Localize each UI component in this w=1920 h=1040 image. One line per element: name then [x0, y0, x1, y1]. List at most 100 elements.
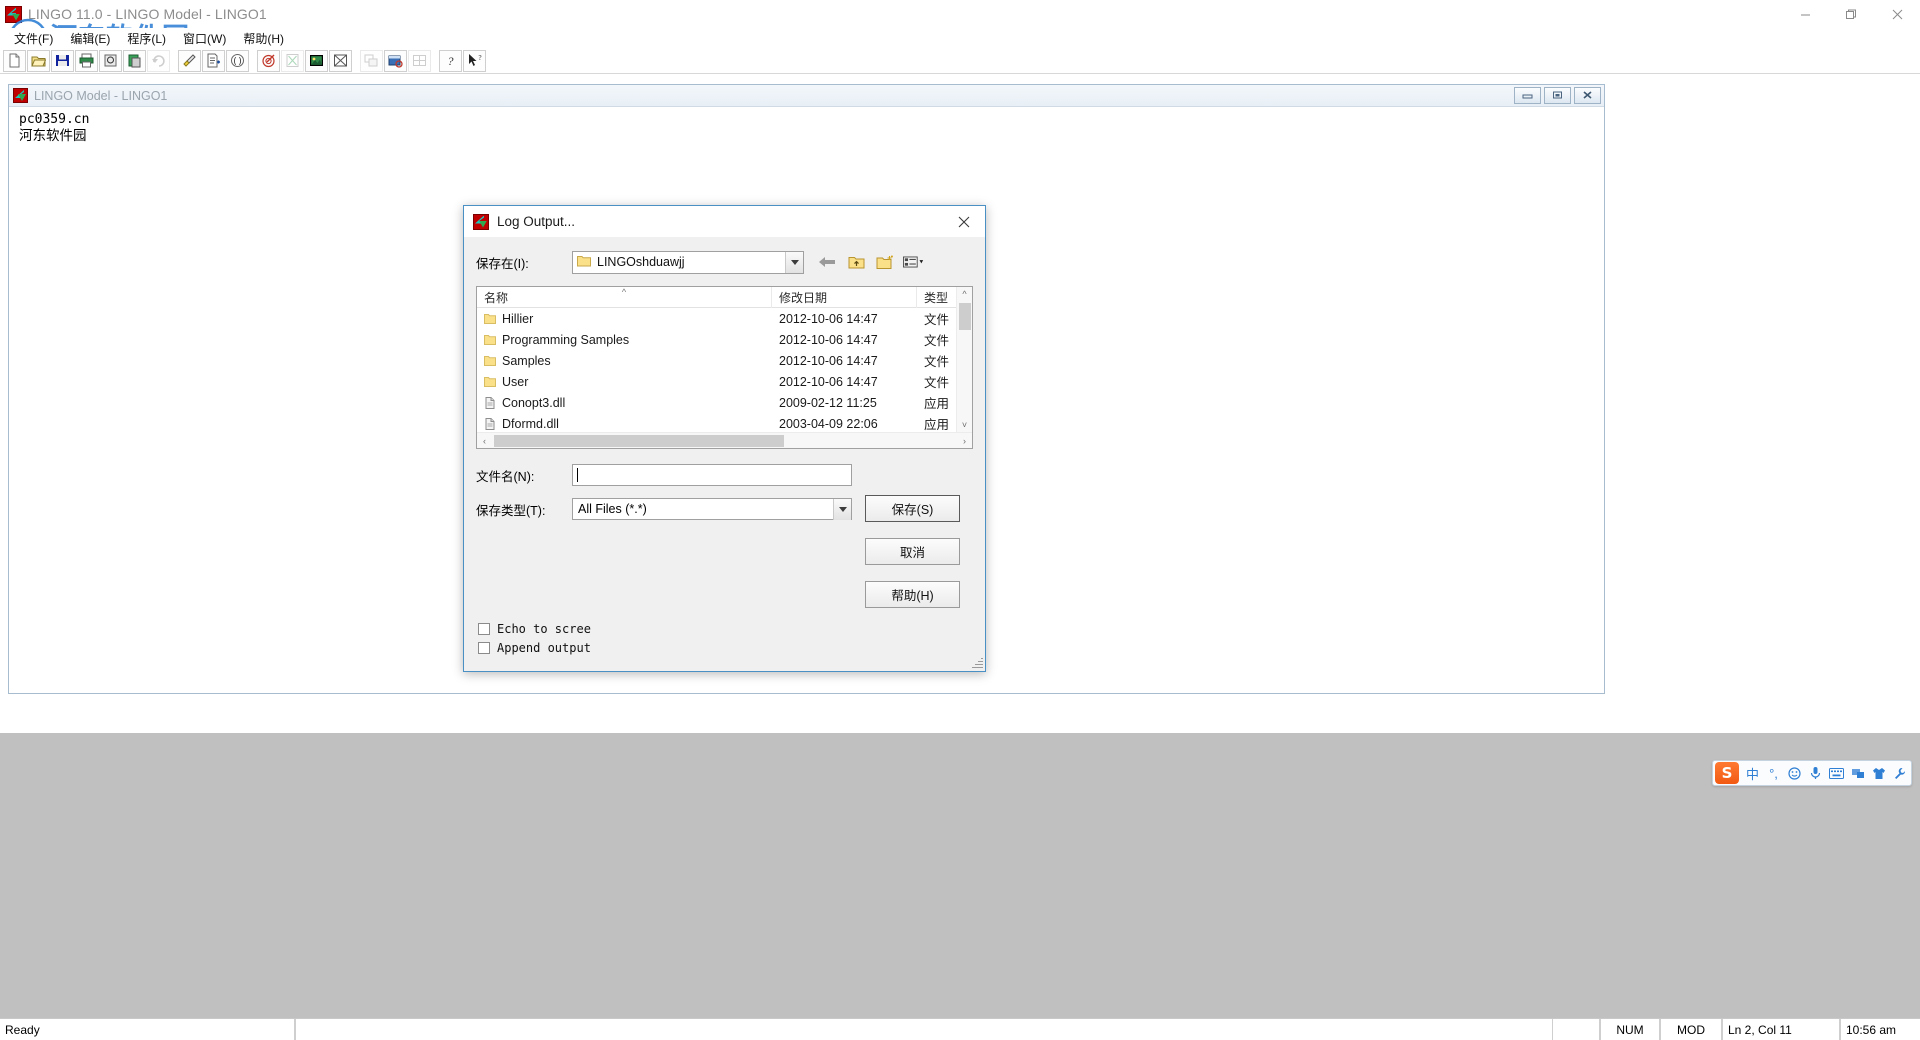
- ime-keyboard-icon[interactable]: [1826, 762, 1847, 784]
- minimize-button[interactable]: [1782, 0, 1828, 28]
- file-type-label: 保存类型(T):: [476, 503, 546, 518]
- menu-file[interactable]: 文件(F): [6, 28, 62, 49]
- model-minimize-button[interactable]: [1514, 87, 1541, 104]
- ime-language-chinese[interactable]: 中: [1742, 762, 1763, 784]
- open-folder-icon[interactable]: [27, 49, 50, 72]
- status-time: 10:56 am: [1840, 1019, 1920, 1040]
- file-type-combobox[interactable]: All Files (*.*): [572, 498, 852, 520]
- menu-lingo[interactable]: 程序(L): [119, 28, 175, 49]
- chevron-down-icon[interactable]: [785, 251, 803, 273]
- column-header-name[interactable]: 名称 ^: [477, 287, 772, 308]
- scroll-right-icon[interactable]: ›: [957, 433, 972, 449]
- horizontal-scroll-track[interactable]: [492, 433, 957, 449]
- views-dropdown-icon[interactable]: [903, 252, 925, 273]
- parentheses-icon[interactable]: (): [226, 49, 249, 72]
- find-binoculars-icon[interactable]: [99, 49, 122, 72]
- model-close-button[interactable]: [1574, 87, 1601, 104]
- checkbox-box[interactable]: [478, 641, 490, 654]
- table-row[interactable]: Programming Samples 2012-10-06 14:47 文件: [477, 329, 972, 350]
- table-row[interactable]: User 2012-10-06 14:47 文件: [477, 371, 972, 392]
- table-row[interactable]: Conopt3.dll 2009-02-12 11:25 应用: [477, 392, 972, 413]
- echo-to-screen-checkbox[interactable]: Echo to scree: [478, 619, 591, 638]
- table-row[interactable]: Hillier 2012-10-06 14:47 文件: [477, 308, 972, 329]
- file-date-cell: 2012-10-06 14:47: [779, 374, 878, 389]
- close-button[interactable]: [1874, 0, 1920, 28]
- menu-help[interactable]: 帮助(H): [235, 28, 293, 49]
- table-row[interactable]: Dformd.dll 2003-04-09 22:06 应用: [477, 413, 972, 434]
- options-window-icon[interactable]: [384, 49, 407, 72]
- scroll-up-icon[interactable]: ^: [957, 287, 973, 301]
- sogou-ime-toolbar: S 中 °,: [1712, 760, 1912, 786]
- model-restore-button[interactable]: [1544, 87, 1571, 104]
- file-list-rows: Hillier 2012-10-06 14:47 文件 Programming …: [477, 308, 972, 448]
- split-window-icon[interactable]: [408, 49, 431, 72]
- scroll-down-icon[interactable]: ˅: [957, 418, 973, 432]
- save-button[interactable]: 保存(S): [865, 495, 960, 522]
- picture-chart-icon[interactable]: [305, 49, 328, 72]
- title-bar: LINGO 11.0 - LINGO Model - LINGO1: [0, 0, 1920, 28]
- ime-settings-icon[interactable]: [1889, 762, 1910, 784]
- menu-window[interactable]: 窗口(W): [175, 28, 235, 49]
- file-list-vertical-scrollbar[interactable]: ^ ˅: [956, 287, 972, 432]
- horizontal-scroll-thumb[interactable]: [494, 434, 784, 447]
- cancel-button[interactable]: 取消: [865, 538, 960, 565]
- solution-report-icon[interactable]: [281, 49, 304, 72]
- folder-icon: [577, 255, 591, 270]
- paintbrush-icon[interactable]: [178, 49, 201, 72]
- undo-arrow-icon[interactable]: [147, 49, 170, 72]
- ime-emoji-icon[interactable]: [1784, 762, 1805, 784]
- maximize-restore-button[interactable]: [1828, 0, 1874, 28]
- column-header-date[interactable]: 修改日期: [772, 287, 917, 308]
- ime-voice-icon[interactable]: [1805, 762, 1826, 784]
- dll-file-icon: [484, 417, 496, 430]
- append-output-checkbox[interactable]: Append output: [478, 638, 591, 657]
- up-one-level-folder-icon[interactable]: [845, 252, 867, 273]
- help-button[interactable]: 帮助(H): [865, 581, 960, 608]
- file-name-text: Programming Samples: [502, 332, 630, 347]
- file-date-cell: 2012-10-06 14:47: [779, 353, 878, 368]
- help-question-icon[interactable]: ?: [439, 49, 462, 72]
- toolbar-separator: [171, 50, 178, 72]
- vertical-scroll-thumb[interactable]: [958, 303, 971, 330]
- cut-scissors-icon[interactable]: [123, 49, 146, 72]
- file-name-text: Conopt3.dll: [502, 395, 566, 410]
- log-output-dialog: Log Output... 保存在(I): LINGOshduawjj 名称 ^…: [463, 205, 986, 672]
- new-report-icon[interactable]: [202, 49, 225, 72]
- new-folder-icon[interactable]: [874, 252, 896, 273]
- dialog-close-button[interactable]: [943, 206, 985, 237]
- lingo-application-window: LINGO 11.0 - LINGO Model - LINGO1 文件(F) …: [0, 0, 1920, 1040]
- context-help-arrow-icon[interactable]: ?: [463, 49, 486, 72]
- file-date-cell: 2009-02-12 11:25: [779, 395, 877, 410]
- scroll-left-icon[interactable]: ‹: [477, 433, 492, 449]
- file-name-cell: Programming Samples: [477, 333, 772, 347]
- ime-toolbox-icon[interactable]: [1847, 762, 1868, 784]
- table-row[interactable]: Samples 2012-10-06 14:47 文件: [477, 350, 972, 371]
- tile-windows-icon[interactable]: [360, 49, 383, 72]
- save-in-combobox[interactable]: LINGOshduawjj: [572, 250, 804, 274]
- checkbox-box[interactable]: [478, 622, 490, 635]
- back-arrow-icon[interactable]: [816, 252, 838, 273]
- lingo-icon: [13, 88, 28, 103]
- folder-icon: [484, 376, 496, 388]
- chevron-down-icon[interactable]: [833, 499, 851, 520]
- new-document-icon[interactable]: [3, 49, 26, 72]
- menu-edit[interactable]: 编辑(E): [62, 28, 119, 49]
- ime-punctuation[interactable]: °,: [1763, 762, 1784, 784]
- print-icon[interactable]: [75, 49, 98, 72]
- vertical-scroll-track[interactable]: [957, 301, 973, 418]
- save-disk-icon[interactable]: [51, 49, 74, 72]
- file-list[interactable]: 名称 ^ 修改日期 类型 Hillier 2012-10-06 14:47 文件…: [476, 286, 973, 449]
- folder-icon: [484, 355, 496, 367]
- ime-skin-icon[interactable]: [1868, 762, 1889, 784]
- sogou-logo-icon[interactable]: S: [1715, 762, 1739, 784]
- status-ready: Ready: [0, 1019, 295, 1040]
- file-name-input[interactable]: [572, 464, 852, 486]
- dialog-resize-grip[interactable]: [971, 657, 983, 669]
- lingo-model-title-bar[interactable]: LINGO Model - LINGO1: [9, 85, 1604, 107]
- status-cursor-position: Ln 2, Col 11: [1722, 1019, 1840, 1040]
- dialog-title-bar[interactable]: Log Output...: [464, 206, 985, 237]
- close-box-icon[interactable]: [329, 49, 352, 72]
- solve-target-icon[interactable]: [257, 49, 280, 72]
- folder-icon: [484, 313, 496, 325]
- file-list-horizontal-scrollbar[interactable]: ‹ ›: [477, 432, 972, 448]
